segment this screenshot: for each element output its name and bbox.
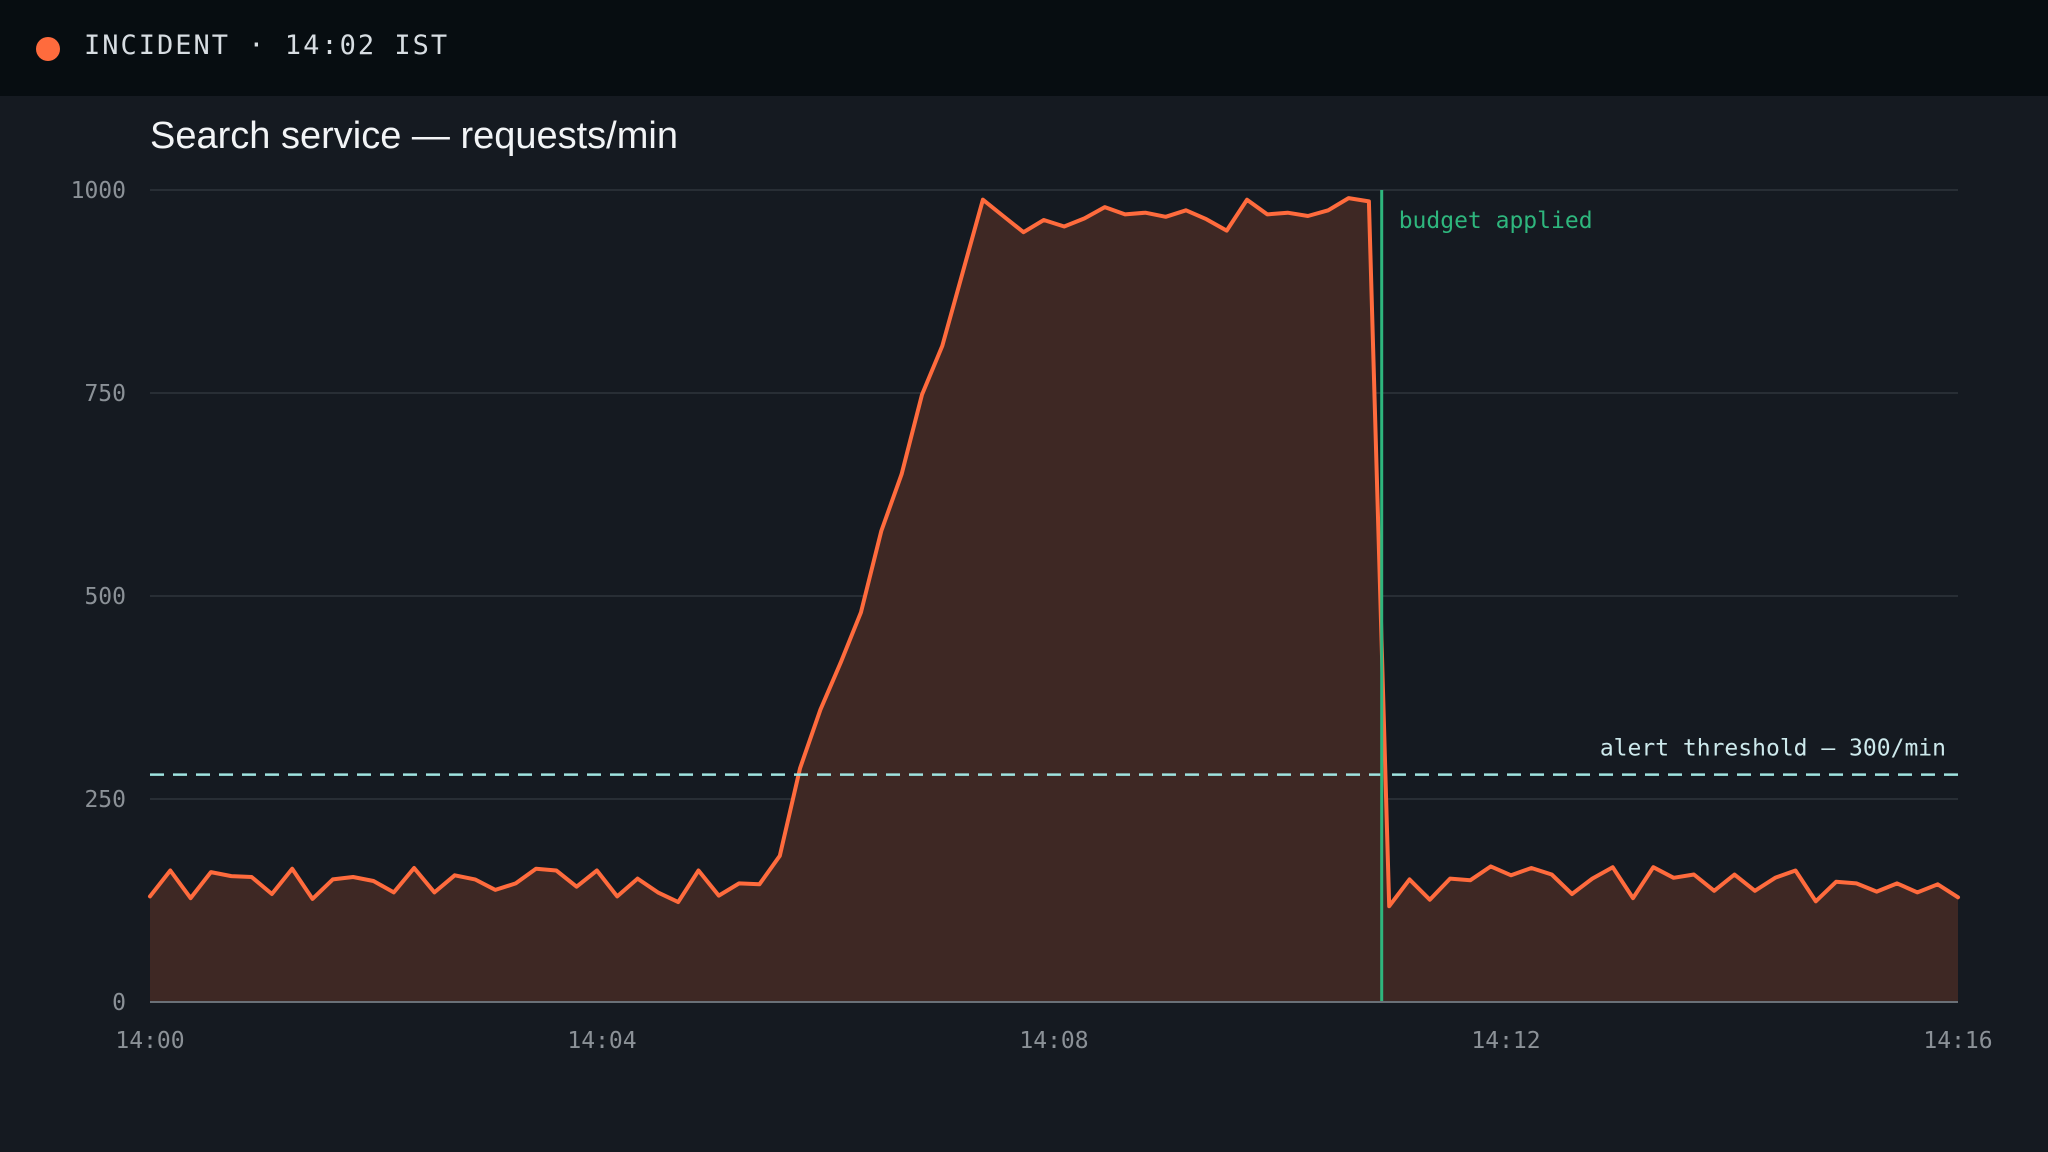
series-area <box>148 196 1960 1003</box>
x-tick-label: 14:04 <box>567 1028 636 1054</box>
series-area-fill <box>150 198 1958 1003</box>
requests-chart: Search service — requests/min alert thre… <box>71 115 1993 1054</box>
x-tick-label: 14:00 <box>115 1028 184 1054</box>
x-tick-label: 14:12 <box>1471 1028 1540 1054</box>
event-label: budget applied <box>1399 208 1593 234</box>
threshold-label: alert threshold — 300/min <box>1600 736 1946 762</box>
x-tick-label: 14:08 <box>1019 1028 1088 1054</box>
x-tick-label: 14:16 <box>1923 1028 1992 1054</box>
y-tick-label: 0 <box>112 990 126 1016</box>
y-tick-label: 250 <box>84 787 126 813</box>
y-tick-label: 500 <box>84 584 126 610</box>
y-tick-label: 750 <box>84 381 126 407</box>
y-tick-label: 1000 <box>71 178 126 204</box>
chart-title: Search service — requests/min <box>150 115 678 157</box>
